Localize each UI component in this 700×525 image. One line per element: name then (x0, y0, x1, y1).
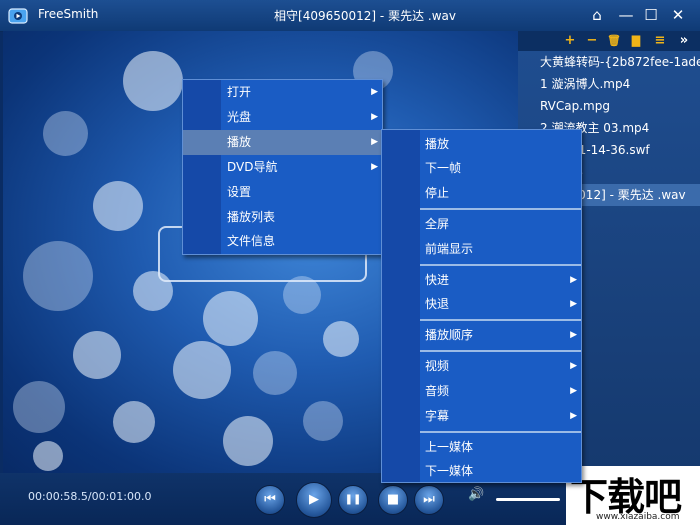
pause-icon: ❚❚ (344, 494, 362, 505)
menu-item-settings[interactable]: 设置 (183, 180, 382, 205)
bokeh-light (23, 241, 93, 311)
menu-item-playlist[interactable]: 播放列表 (183, 205, 382, 230)
menu-item-fast-forward[interactable]: 快进 ▶ (382, 268, 581, 293)
submenu-arrow-icon: ▶ (570, 330, 577, 340)
pause-button[interactable]: ❚❚ (338, 485, 368, 515)
play-icon: ▶ (309, 492, 319, 507)
menu-item-label: 音频 (425, 384, 450, 398)
watermark-url: www.xiazaiba.com (596, 512, 680, 522)
expand-icon[interactable]: » (676, 32, 692, 50)
next-button[interactable]: ⏭ (414, 485, 444, 515)
menu-item-subtitle[interactable]: 字幕 ▶ (382, 404, 581, 429)
menu-item-file-info[interactable]: 文件信息 (183, 229, 382, 254)
playlist-toolbar: + − 🗑 ▇ ≡ » (518, 31, 700, 51)
menu-item-play-order[interactable]: 播放顺序 ▶ (382, 323, 581, 348)
bokeh-light (223, 416, 273, 466)
bokeh-light (113, 401, 155, 443)
bokeh-light (13, 381, 65, 433)
menu-item-rewind[interactable]: 快退 ▶ (382, 292, 581, 317)
menu-item-play[interactable]: 播放 (382, 132, 581, 157)
volume-slider[interactable] (496, 498, 560, 501)
menu-item-audio[interactable]: 音频 ▶ (382, 379, 581, 404)
menu-item-label: 播放顺序 (425, 328, 474, 342)
menu-item-label: 光盘 (227, 110, 252, 124)
menu-item-label: 快退 (425, 297, 450, 311)
menu-item-label: 视频 (425, 359, 450, 373)
menu-item-next-frame[interactable]: 下一帧 (382, 156, 581, 181)
bokeh-light (323, 321, 359, 357)
menu-item-label: 字幕 (425, 409, 450, 423)
maximize-button[interactable]: ☐ (641, 5, 661, 25)
submenu-arrow-icon: ▶ (371, 162, 378, 172)
playlist-item[interactable]: 1 漩涡博人.mp4 (518, 73, 700, 95)
menu-item-open[interactable]: 打开 ▶ (183, 80, 382, 105)
menu-item-label: 快进 (425, 273, 450, 287)
volume-icon[interactable]: 🔊 (468, 487, 484, 502)
menu-item-fullscreen[interactable]: 全屏 (382, 212, 581, 237)
app-name: FreeSmith (38, 7, 99, 21)
menu-item-stop[interactable]: 停止 (382, 181, 581, 206)
list-icon[interactable]: ≡ (652, 32, 668, 50)
submenu-arrow-icon: ▶ (570, 411, 577, 421)
menu-item-dvd-navigation[interactable]: DVD导航 ▶ (183, 155, 382, 180)
menu-item-play[interactable]: 播放 ▶ (183, 130, 382, 155)
submenu-arrow-icon: ▶ (570, 275, 577, 285)
submenu-arrow-icon: ▶ (570, 299, 577, 309)
menu-item-label: DVD导航 (227, 160, 278, 174)
bokeh-light (303, 401, 343, 441)
menu-item-disc[interactable]: 光盘 ▶ (183, 105, 382, 130)
menu-item-label: 打开 (227, 85, 252, 99)
trash-icon[interactable]: 🗑 (606, 32, 622, 50)
bokeh-light (123, 51, 183, 111)
menu-separator (420, 319, 581, 321)
title-bar: FreeSmith 相守[409650012] - 栗先达 .wav ⌂ — ☐… (0, 0, 700, 32)
bokeh-light (73, 331, 121, 379)
bokeh-light (43, 111, 88, 156)
remove-icon[interactable]: − (584, 32, 600, 50)
bokeh-light (33, 441, 63, 471)
menu-separator (420, 208, 581, 210)
play-submenu: 播放 下一帧 停止 全屏 前端显示 快进 ▶ 快退 ▶ 播放顺序 ▶ 视频 ▶ 音频 ▶ … (381, 129, 582, 483)
time-display: 00:00:58.5/00:01:00.0 (28, 490, 152, 503)
menu-separator (420, 350, 581, 352)
stop-icon: ■ (386, 492, 400, 507)
home-icon[interactable]: ⌂ (587, 5, 607, 25)
close-button[interactable]: ✕ (668, 5, 688, 25)
menu-item-next-media[interactable]: 下一媒体 (382, 459, 581, 484)
submenu-arrow-icon: ▶ (371, 137, 378, 147)
menu-item-previous-media[interactable]: 上一媒体 (382, 435, 581, 460)
context-menu: 打开 ▶ 光盘 ▶ 播放 ▶ DVD导航 ▶ 设置 播放列表 文件信息 (182, 79, 383, 255)
bokeh-light (173, 341, 231, 399)
save-icon[interactable]: ▇ (628, 32, 644, 50)
window-title: 相守[409650012] - 栗先达 .wav (274, 9, 456, 23)
menu-item-video[interactable]: 视频 ▶ (382, 354, 581, 379)
menu-item-always-on-top[interactable]: 前端显示 (382, 237, 581, 262)
next-icon: ⏭ (423, 492, 435, 507)
menu-item-label: 播放 (227, 135, 252, 149)
playlist-item[interactable]: 大黄蜂转码-{2b872fee-1ade (518, 51, 700, 73)
bokeh-light (203, 291, 258, 346)
menu-separator (420, 431, 581, 433)
submenu-arrow-icon: ▶ (570, 386, 577, 396)
freesmith-window: FreeSmith 相守[409650012] - 栗先达 .wav ⌂ — ☐… (0, 0, 700, 525)
previous-button[interactable]: ⏮ (255, 485, 285, 515)
play-button[interactable]: ▶ (296, 482, 332, 518)
submenu-arrow-icon: ▶ (371, 112, 378, 122)
stop-button[interactable]: ■ (378, 485, 408, 515)
menu-separator (420, 264, 581, 266)
submenu-arrow-icon: ▶ (570, 361, 577, 371)
bokeh-light (253, 351, 297, 395)
site-watermark-badge: 下载吧 www.xiazaiba.com (566, 466, 700, 525)
submenu-arrow-icon: ▶ (371, 87, 378, 97)
previous-icon: ⏮ (264, 492, 276, 507)
add-icon[interactable]: + (562, 32, 578, 50)
minimize-button[interactable]: — (616, 5, 636, 25)
playlist-item[interactable]: RVCap.mpg (518, 95, 700, 117)
app-logo-icon (8, 8, 28, 24)
bokeh-light (93, 181, 143, 231)
